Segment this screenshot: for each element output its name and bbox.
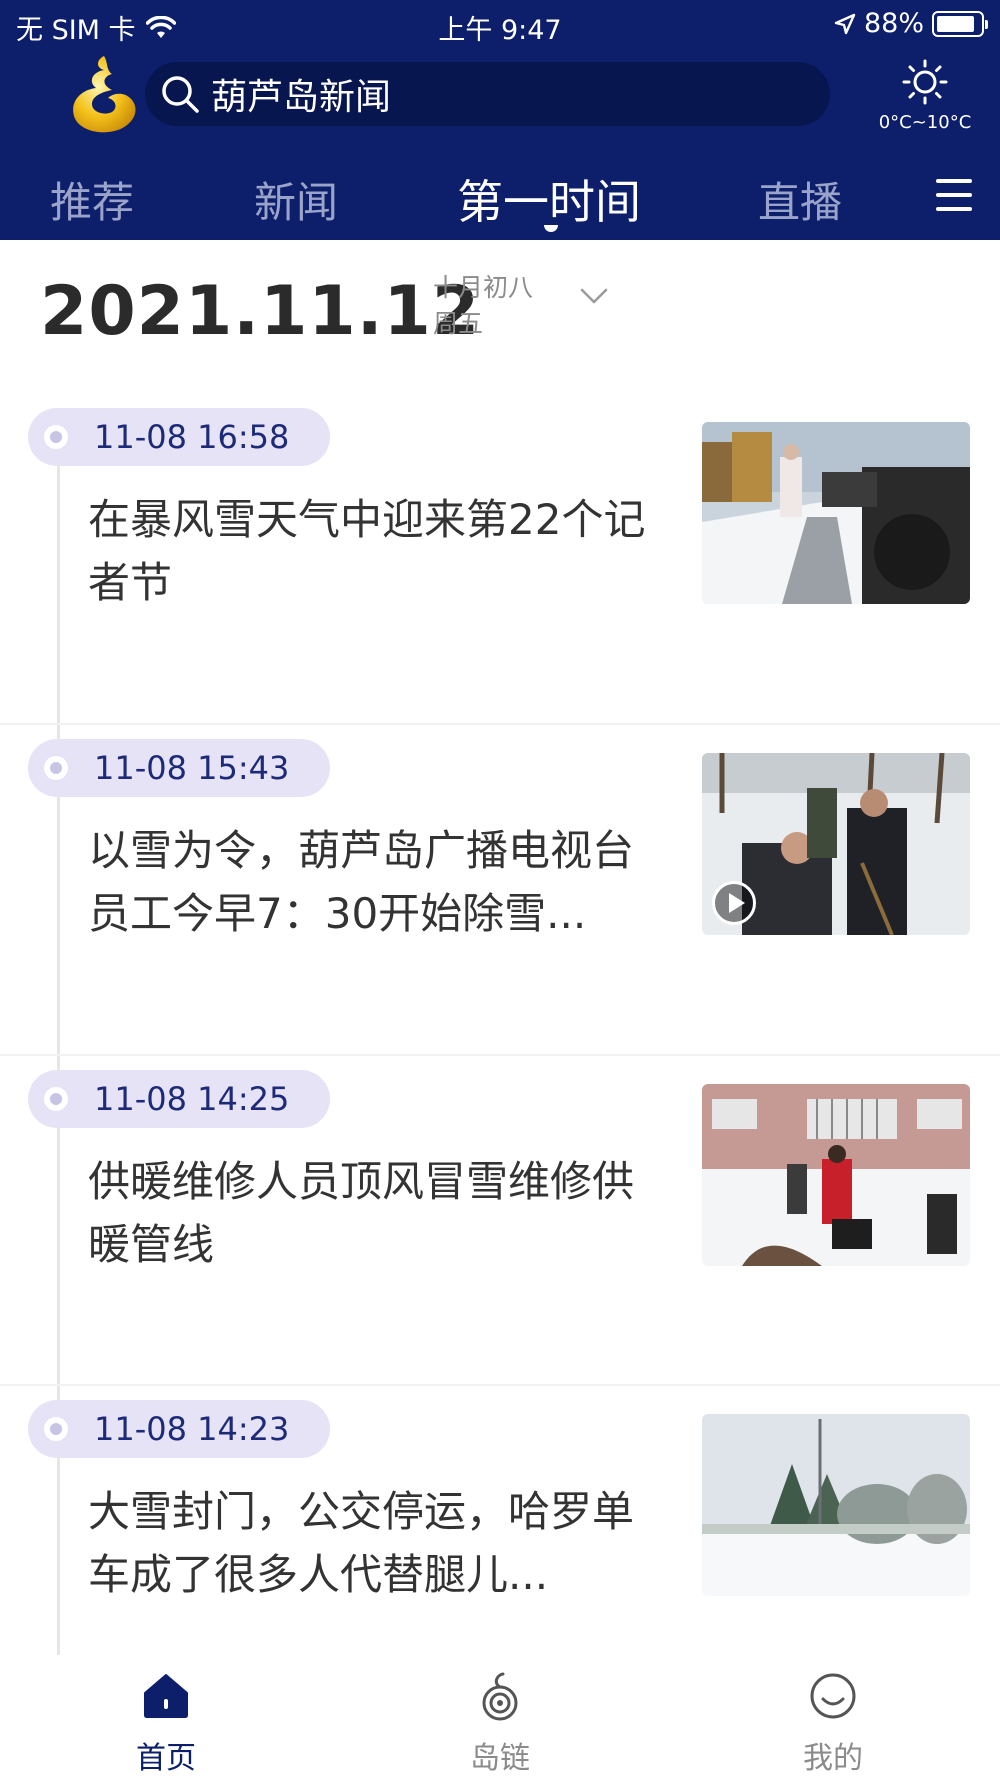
news-item[interactable]: 11-08 16:58 在暴风雪天气中迎来第22个记者节 <box>0 408 1000 708</box>
app-logo-icon[interactable] <box>66 52 142 136</box>
battery-percent: 88% <box>863 8 924 39</box>
news-item[interactable]: 11-08 14:25 供暖维修人员顶风冒雪维修供暖管线 <box>0 1054 1000 1370</box>
chevron-down-icon[interactable] <box>578 284 610 308</box>
timeline-dot <box>44 425 68 449</box>
news-thumbnail[interactable] <box>702 1414 970 1596</box>
news-title[interactable]: 供暖维修人员顶风冒雪维修供暖管线 <box>88 1150 668 1276</box>
menu-icon[interactable] <box>936 179 972 213</box>
news-time: 11-08 16:58 <box>94 418 290 456</box>
news-time: 11-08 14:23 <box>94 1410 290 1448</box>
nav-home[interactable]: 首页 <box>86 1671 246 1777</box>
status-bar: 无 SIM 卡 上午 9:47 88% <box>0 0 1000 50</box>
timeline-dot <box>44 1087 68 1111</box>
tab-first-time[interactable]: 第一时间 <box>457 166 641 232</box>
news-time: 11-08 14:25 <box>94 1080 290 1118</box>
nav-home-label: 首页 <box>136 1741 196 1776</box>
weekday: 周五 <box>433 309 484 338</box>
date-text: 2021.11.12 <box>40 272 481 351</box>
news-title[interactable]: 大雪封门，公交停运，哈罗单车成了很多人代替腿儿... <box>88 1480 668 1606</box>
news-title[interactable]: 以雪为令，葫芦岛广播电视台员工今早7：30开始除雪... <box>88 819 668 945</box>
time-pill: 11-08 16:58 <box>28 408 330 466</box>
news-thumbnail[interactable] <box>702 422 970 604</box>
weather-temp: 0°C~10°C <box>878 112 972 133</box>
location-arrow-icon <box>834 13 856 34</box>
search-icon <box>162 76 199 113</box>
weather-widget[interactable]: 0°C~10°C <box>870 58 980 133</box>
play-icon[interactable] <box>712 881 756 925</box>
time-pill: 11-08 15:43 <box>28 739 330 797</box>
nav-mine-label: 我的 <box>803 1741 863 1776</box>
smiley-icon <box>810 1673 856 1719</box>
category-tabs: 推荐 新闻 第一时间 直播 <box>0 155 1000 240</box>
search-text: 葫芦岛新闻 <box>211 77 392 118</box>
lunar-date: 十月初八 <box>433 273 534 302</box>
timeline-dot <box>44 1417 68 1441</box>
tab-news[interactable]: 新闻 <box>254 169 338 230</box>
time-pill: 11-08 14:23 <box>28 1400 330 1458</box>
nav-mine[interactable]: 我的 <box>753 1671 913 1777</box>
search-bar[interactable]: 葫芦岛新闻 <box>145 62 830 126</box>
news-thumbnail[interactable] <box>702 753 970 935</box>
nav-island-chain-label: 岛链 <box>470 1741 530 1776</box>
sun-icon <box>902 59 948 105</box>
news-thumbnail[interactable] <box>702 1084 970 1266</box>
swirl-logo-icon <box>482 1672 518 1721</box>
timeline-dot <box>44 756 68 780</box>
news-title[interactable]: 在暴风雪天气中迎来第22个记者节 <box>88 488 668 614</box>
app-header: 无 SIM 卡 上午 9:47 88% 葫芦岛新闻 0°C~10°C 推荐 新闻… <box>0 0 1000 240</box>
tab-live[interactable]: 直播 <box>758 169 842 230</box>
home-icon <box>144 1674 188 1718</box>
battery-icon <box>932 10 988 37</box>
tab-recommend[interactable]: 推荐 <box>50 169 134 230</box>
news-time: 11-08 15:43 <box>94 749 290 787</box>
date-header: 2021.11.12 十月初八 周五 <box>0 240 1000 390</box>
news-item[interactable]: 11-08 15:43 以雪为令，葫芦岛广播电视台员工今早7：30开始除雪... <box>0 723 1000 1039</box>
time-pill: 11-08 14:25 <box>28 1070 330 1128</box>
nav-island-chain[interactable]: 岛链 <box>420 1671 580 1777</box>
bottom-nav: 首页 岛链 我的 <box>0 1655 1000 1778</box>
